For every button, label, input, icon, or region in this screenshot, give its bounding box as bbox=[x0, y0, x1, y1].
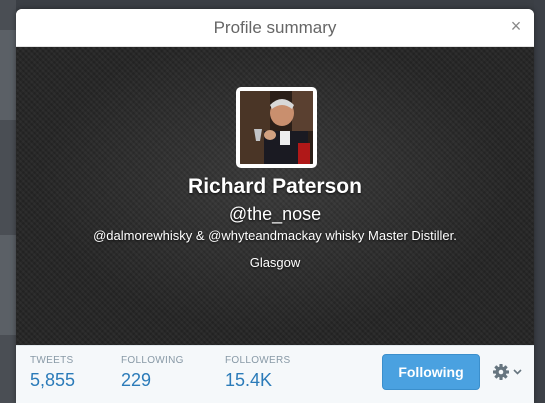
close-icon[interactable]: × bbox=[508, 17, 524, 35]
user-actions-dropdown[interactable] bbox=[490, 360, 524, 384]
stat-value: 15.4K bbox=[225, 370, 273, 390]
profile-name[interactable]: Richard Paterson bbox=[16, 175, 534, 199]
gear-icon bbox=[493, 364, 509, 380]
stat-value: 5,855 bbox=[30, 370, 76, 390]
modal-title: Profile summary bbox=[213, 18, 337, 37]
background-page-right bbox=[534, 0, 545, 403]
stat-label: FOLLOWERS bbox=[225, 355, 291, 366]
stat-followers[interactable]: FOLLOWERS 15.4K bbox=[225, 355, 291, 391]
background-panel bbox=[0, 30, 16, 120]
chevron-down-icon bbox=[513, 369, 522, 375]
profile-location: Glasgow bbox=[249, 255, 301, 270]
profile-summary-modal: Profile summary × Richard Paterson @the_… bbox=[16, 9, 534, 403]
background-page-left bbox=[0, 0, 16, 403]
stat-label: FOLLOWING bbox=[121, 355, 184, 366]
stat-label: TWEETS bbox=[30, 355, 74, 366]
stat-tweets[interactable]: TWEETS 5,855 bbox=[30, 355, 75, 391]
profile-bio: @dalmorewhisky & @whyteandmackay whisky … bbox=[93, 228, 457, 243]
background-panel bbox=[0, 235, 16, 335]
following-button[interactable]: Following bbox=[382, 354, 480, 390]
profile-stats-bar: TWEETS 5,855 FOLLOWING 229 FOLLOWERS 15.… bbox=[16, 345, 534, 403]
profile-handle[interactable]: @the_nose bbox=[16, 204, 534, 225]
avatar-photo bbox=[240, 91, 313, 164]
stat-following[interactable]: FOLLOWING 229 bbox=[121, 355, 184, 391]
stat-value: 229 bbox=[121, 370, 152, 390]
profile-header-card: Richard Paterson @the_nose @dalmorewhisk… bbox=[16, 47, 534, 345]
modal-header: Profile summary × bbox=[16, 9, 534, 47]
avatar[interactable] bbox=[236, 87, 317, 168]
